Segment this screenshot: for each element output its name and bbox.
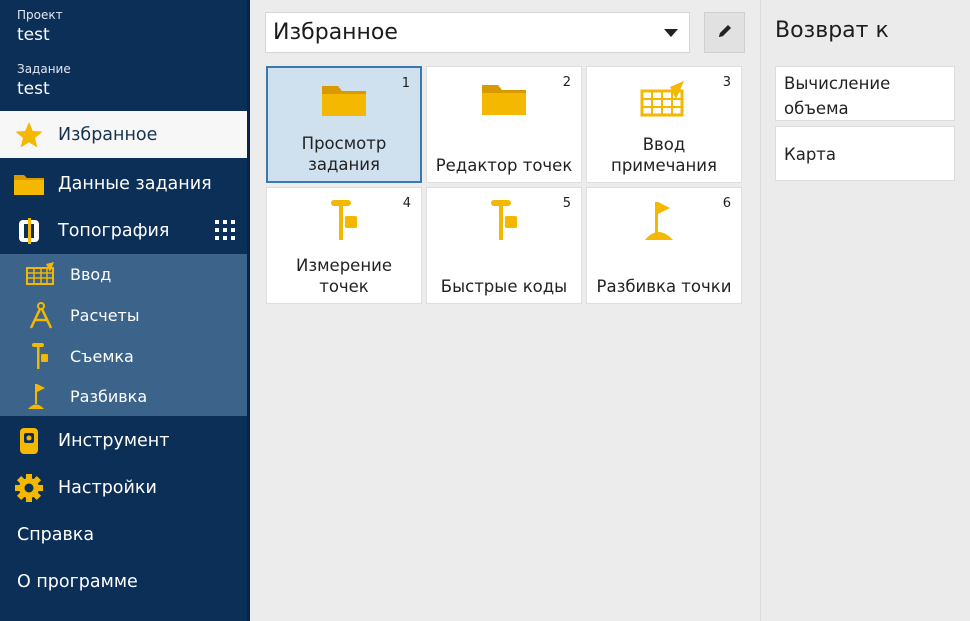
rover-pole-icon xyxy=(26,341,56,371)
rover-pole-icon xyxy=(427,198,581,242)
tile-label: Просмотр задания xyxy=(301,134,387,174)
tile-label: Быстрые коды xyxy=(440,277,568,296)
tile-label: Редактор точек xyxy=(435,156,573,175)
project-value: test xyxy=(17,25,50,45)
nav-item-topography[interactable]: Топография xyxy=(0,207,247,254)
stakeout-flag-icon xyxy=(26,381,56,411)
keypad-entry-icon xyxy=(26,259,56,289)
sub-item-stakeout[interactable]: Разбивка xyxy=(0,376,247,416)
job-label: Задание xyxy=(17,62,71,76)
tile-point-editor[interactable]: 2 Редактор точек xyxy=(426,66,582,183)
tile-label: Разбивка точки xyxy=(596,277,732,296)
nav-label: Топография xyxy=(58,220,170,241)
sidebar: Проект test Задание test Избранное Данны… xyxy=(0,0,250,621)
tile-quick-codes[interactable]: 5 Быстрые коды xyxy=(426,187,582,304)
job-info[interactable]: Задание test xyxy=(17,62,71,99)
return-item-label: Карта xyxy=(784,145,837,164)
tile-note-entry[interactable]: 3 Ввод примечания xyxy=(586,66,742,183)
nav-label: Данные задания xyxy=(58,173,212,194)
project-label: Проект xyxy=(17,8,63,22)
tile-label: Ввод примечания xyxy=(611,135,717,175)
survey-logo-icon xyxy=(12,216,46,246)
favorites-dropdown[interactable]: Избранное xyxy=(265,12,690,53)
tile-stakeout-point[interactable]: 6 Разбивка точки xyxy=(586,187,742,304)
sub-label: Расчеты xyxy=(70,305,140,325)
sub-label: Разбивка xyxy=(70,386,148,406)
favorites-dropdown-value: Избранное xyxy=(273,20,398,45)
sub-label: Съемка xyxy=(70,346,134,366)
edit-button[interactable] xyxy=(704,12,745,53)
return-item-map[interactable]: Карта xyxy=(775,126,955,181)
nav-item-settings[interactable]: Настройки xyxy=(0,464,247,511)
folder-icon xyxy=(268,78,420,122)
nav-label: О программе xyxy=(17,571,138,592)
return-item-volume-calc[interactable]: Вычисление объема xyxy=(775,66,955,121)
nav-item-instrument[interactable]: Инструмент xyxy=(0,417,247,464)
tile-label: Измерение точек xyxy=(295,256,392,296)
return-to-title: Возврат к xyxy=(775,18,889,43)
nav-label: Избранное xyxy=(58,124,158,145)
return-item-label: Вычисление объема xyxy=(784,74,891,118)
dropdown-arrow-icon xyxy=(664,29,678,37)
nav-label: Справка xyxy=(17,524,95,545)
sub-item-calculations[interactable]: Расчеты xyxy=(0,295,247,335)
folder-icon xyxy=(12,169,46,199)
tile-measure-points[interactable]: 4 Измерение точек xyxy=(266,187,422,304)
job-value: test xyxy=(17,79,50,99)
apps-grid-icon[interactable] xyxy=(215,220,235,240)
stakeout-flag-icon xyxy=(587,198,741,242)
folder-icon xyxy=(427,77,581,121)
compass-icon xyxy=(26,300,56,330)
nav-item-favorites[interactable]: Избранное xyxy=(0,111,247,158)
tile-view-job[interactable]: 1 Просмотр задания xyxy=(266,66,422,183)
star-icon xyxy=(12,120,46,150)
favorites-panel: Избранное 1 Просмотр задания 2 Редактор … xyxy=(250,0,760,621)
sub-item-entry[interactable]: Ввод xyxy=(0,254,247,294)
sub-label: Ввод xyxy=(70,264,112,284)
nav-item-help[interactable]: Справка xyxy=(0,511,247,558)
nav-label: Инструмент xyxy=(58,430,170,451)
return-to-panel: Возврат к Вычисление объема Карта xyxy=(760,0,970,621)
gear-icon xyxy=(12,473,46,503)
nav-item-job-data[interactable]: Данные задания xyxy=(0,160,247,207)
sub-item-survey[interactable]: Съемка xyxy=(0,336,247,376)
pencil-icon xyxy=(716,22,734,44)
note-entry-icon xyxy=(587,77,741,121)
nav-label: Настройки xyxy=(58,477,157,498)
nav-item-about[interactable]: О программе xyxy=(0,558,247,605)
project-info[interactable]: Проект test xyxy=(17,8,63,45)
topography-submenu: Ввод Расчеты Съемка Разбивка xyxy=(0,254,247,416)
instrument-icon xyxy=(12,426,46,456)
rover-pole-icon xyxy=(267,198,421,242)
